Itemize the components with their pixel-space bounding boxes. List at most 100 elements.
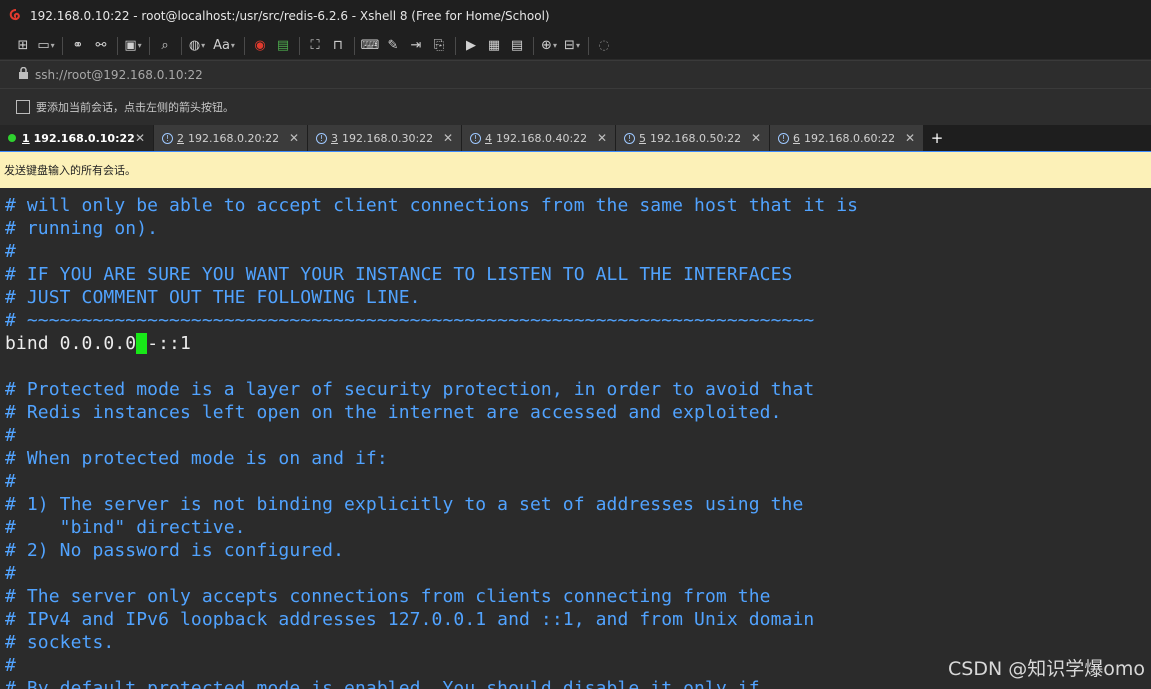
terminal-output[interactable]: # will only be able to accept client con… (0, 194, 1151, 689)
new-tab-icon[interactable]: ⊕ (538, 35, 560, 57)
xftp-icon[interactable]: ▤ (272, 35, 294, 57)
close-icon[interactable]: ✕ (751, 131, 761, 145)
tab-number: 5 (639, 131, 646, 145)
lock-icon (18, 66, 29, 83)
send-to-all-notice: 发送键盘输入的所有会话。 (0, 152, 1151, 188)
toolbar-separator (117, 36, 118, 55)
terminal-line: # (5, 655, 16, 676)
terminal-line: # "bind" directive. (5, 517, 246, 538)
xshell-logo-icon (8, 8, 24, 24)
close-icon[interactable]: ✕ (905, 131, 915, 145)
tab-session-5[interactable]: ! 5 192.168.0.50:22 ✕ (616, 125, 770, 151)
tab-label: 192.168.0.50:22 (650, 131, 742, 145)
login-icon[interactable]: ⇥ (405, 35, 427, 57)
info-circle-icon: ! (470, 132, 481, 144)
session-hint-bar: 要添加当前会话，点击左侧的箭头按钮。 (0, 89, 1151, 125)
notice-text: 发送键盘输入的所有会话。 (4, 164, 136, 177)
close-icon[interactable]: ✕ (289, 131, 299, 145)
info-circle-icon: ! (316, 132, 327, 144)
terminal-line: # IPv4 and IPv6 loopback addresses 127.0… (5, 609, 815, 630)
keyboard-icon[interactable]: ⌨ (359, 35, 381, 57)
terminal-line: # ~~~~~~~~~~~~~~~~~~~~~~~~~~~~~~~~~~~~~~… (5, 310, 815, 331)
tab-label: 192.168.0.10:22 (33, 131, 135, 145)
open-folder-icon[interactable]: ▭ (35, 35, 57, 57)
terminal-line: # By default protected mode is enabled. … (5, 678, 760, 689)
layout-icon[interactable]: ⊟ (561, 35, 583, 57)
connected-dot-icon (8, 134, 16, 142)
tab-number: 6 (793, 131, 800, 145)
close-icon[interactable]: ✕ (597, 131, 607, 145)
tab-session-4[interactable]: ! 4 192.168.0.40:22 ✕ (462, 125, 616, 151)
tab-session-2[interactable]: ! 2 192.168.0.20:22 ✕ (154, 125, 308, 151)
terminal-cursor (136, 333, 148, 354)
address-bar[interactable]: ssh://root@192.168.0.10:22 (0, 60, 1151, 89)
terminal-line: # The server only accepts connections fr… (5, 586, 771, 607)
terminal-line: # 1) The server is not binding explicitl… (5, 494, 804, 515)
terminal-line: # Protected mode is a layer of security … (5, 379, 815, 400)
bind-text-after: -::1 (147, 333, 191, 354)
add-session-arrow-icon[interactable] (16, 100, 30, 114)
fullscreen-icon[interactable]: ⛶ (304, 35, 326, 57)
tab-bar: 1 192.168.0.10:22 ✕ ! 2 192.168.0.20:22 … (0, 125, 1151, 151)
close-icon[interactable]: ✕ (443, 131, 453, 145)
help-icon[interactable]: ◌ (593, 35, 615, 57)
tab-label: 192.168.0.60:22 (804, 131, 896, 145)
terminal-line: # 2) No password is configured. (5, 540, 345, 561)
toolbar-separator (62, 36, 63, 55)
add-tab-button[interactable]: + (924, 125, 950, 151)
terminal-line: # will only be able to accept client con… (5, 195, 859, 216)
close-icon[interactable]: ✕ (135, 131, 145, 145)
toolbar-separator (533, 36, 534, 55)
bind-line: bind 0.0.0.0 -::1 (5, 332, 191, 355)
pen-icon[interactable]: ✎ (382, 35, 404, 57)
transfer-icon[interactable]: ▣ (122, 35, 144, 57)
toolbar-separator (181, 36, 182, 55)
info-circle-icon: ! (778, 132, 789, 144)
terminal-line: # When protected mode is on and if: (5, 448, 388, 469)
bind-text: bind 0.0.0.0 (5, 333, 137, 354)
tab-number: 4 (485, 131, 492, 145)
info-circle-icon: ! (624, 132, 635, 144)
tab-label: 192.168.0.20:22 (188, 131, 280, 145)
compose-icon[interactable]: ▤ (506, 35, 528, 57)
toolbar: ⊞ ▭ ⚭ ⚯ ▣ ⌕ ◍ Aa ◉ ▤ ⛶ ⊓ ⌨ ✎ ⇥ ⎘ ▶ ▦ ▤ ⊕… (0, 32, 1151, 59)
toolbar-separator (299, 36, 300, 55)
toolbar-separator (588, 36, 589, 55)
globe-icon[interactable]: ◍ (186, 35, 208, 57)
xshell-swirl-icon[interactable]: ◉ (249, 35, 271, 57)
connect-link-icon[interactable]: ⚭ (67, 35, 89, 57)
terminal-line: # (5, 241, 16, 262)
disconnect-link-icon[interactable]: ⚯ (90, 35, 112, 57)
script-icon[interactable]: ⎘ (428, 35, 450, 57)
session-hint-text: 要添加当前会话，点击左侧的箭头按钮。 (36, 101, 234, 114)
toolbar-separator (244, 36, 245, 55)
font-icon[interactable]: Aa (209, 35, 239, 57)
terminal-line: # running on). (5, 218, 159, 239)
toolbar-separator (354, 36, 355, 55)
terminal-line: # JUST COMMENT OUT THE FOLLOWING LINE. (5, 287, 421, 308)
terminal-line: # (5, 425, 16, 446)
toolbar-separator (149, 36, 150, 55)
tab-session-1[interactable]: 1 192.168.0.10:22 ✕ (0, 125, 154, 151)
terminal-line: # Redis instances left open on the inter… (5, 402, 782, 423)
terminal-line: # (5, 471, 16, 492)
window-title: 192.168.0.10:22 - root@localhost:/usr/sr… (30, 9, 550, 23)
terminal-line: # (5, 563, 16, 584)
watermark: CSDN @知识学爆omo (948, 658, 1145, 680)
record-icon[interactable]: ▦ (483, 35, 505, 57)
tab-session-6[interactable]: ! 6 192.168.0.60:22 ✕ (770, 125, 924, 151)
address-url: ssh://root@192.168.0.10:22 (35, 67, 203, 82)
title-bar: 192.168.0.10:22 - root@localhost:/usr/sr… (0, 0, 1151, 32)
tab-number: 2 (177, 131, 184, 145)
tab-number: 3 (331, 131, 338, 145)
info-circle-icon: ! (162, 132, 173, 144)
tab-label: 192.168.0.40:22 (496, 131, 588, 145)
lock-icon[interactable]: ⊓ (327, 35, 349, 57)
toolbar-separator (455, 36, 456, 55)
new-session-icon[interactable]: ⊞ (12, 35, 34, 57)
tab-session-3[interactable]: ! 3 192.168.0.30:22 ✕ (308, 125, 462, 151)
start-session-icon[interactable]: ▶ (460, 35, 482, 57)
terminal-line: # IF YOU ARE SURE YOU WANT YOUR INSTANCE… (5, 264, 793, 285)
tab-number: 1 (22, 131, 30, 145)
search-icon[interactable]: ⌕ (154, 35, 176, 57)
